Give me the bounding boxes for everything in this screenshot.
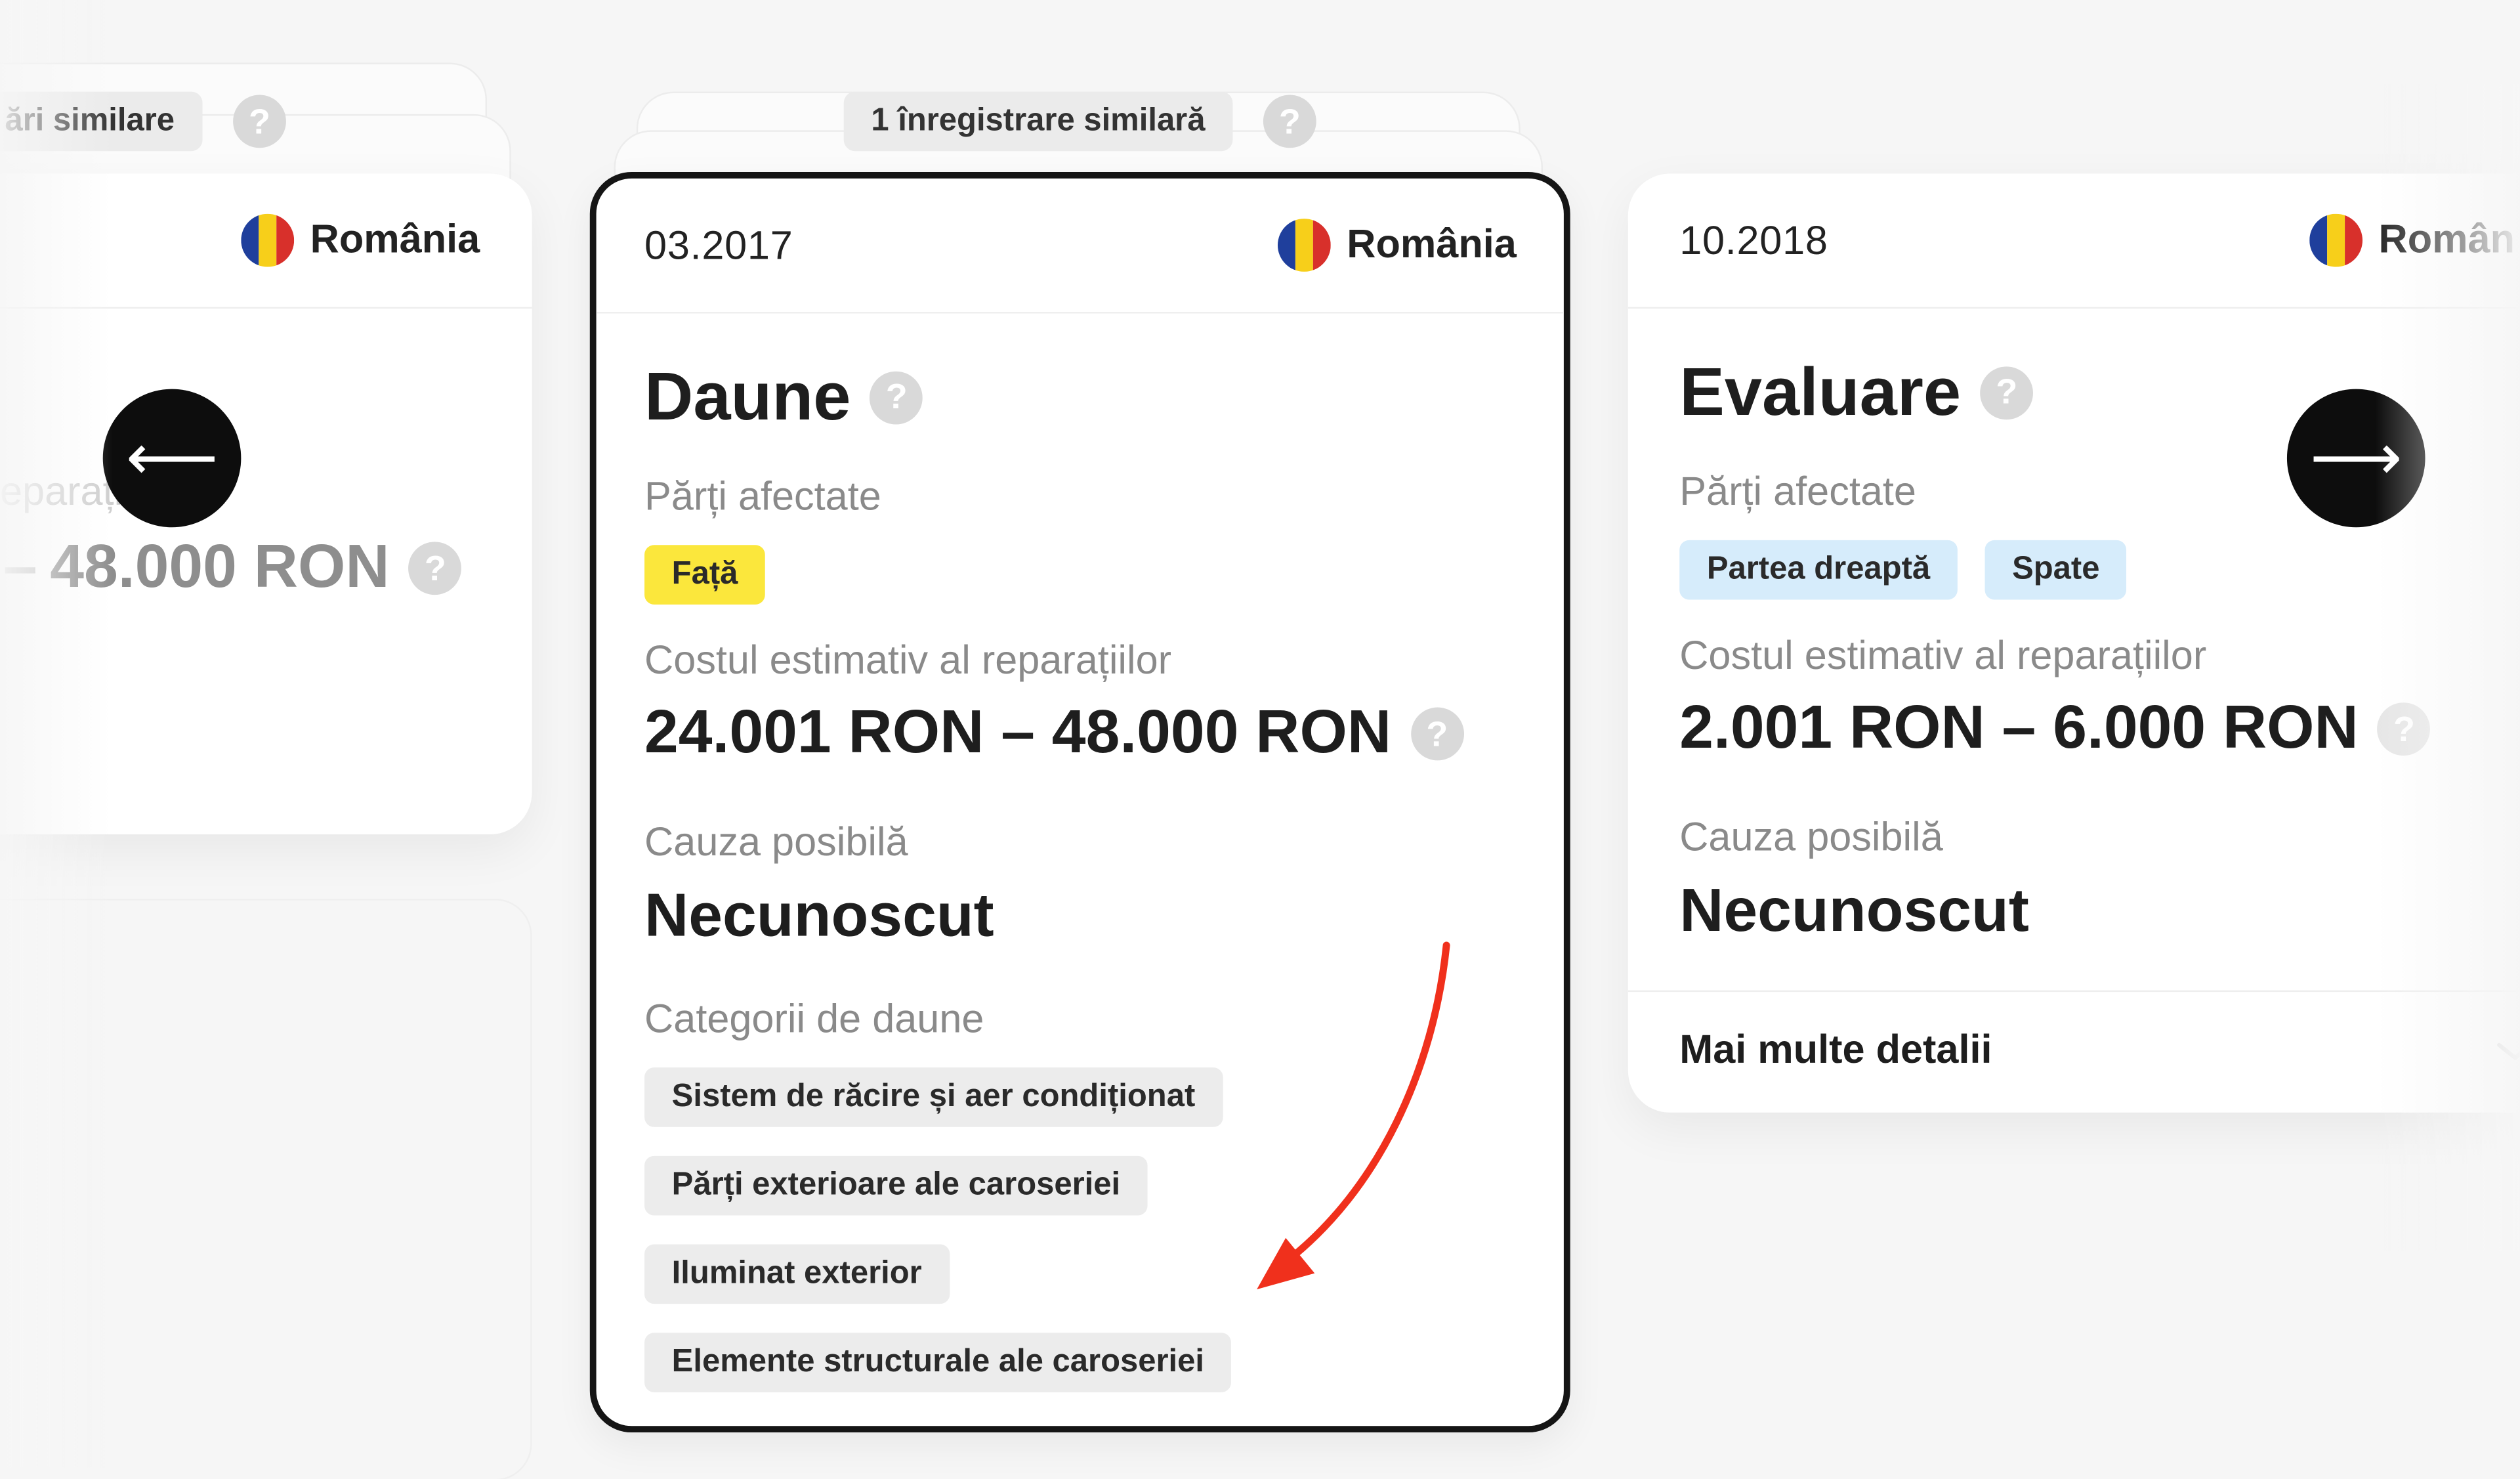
left-card-header: România [0,173,532,309]
category-tag-structural: Elemente structurale ale caroseriei [644,1333,1232,1392]
center-categories-list: Sistem de răcire și aer condiționat Părț… [644,1067,1232,1392]
left-country-label: România [310,217,480,263]
romania-flag-icon [241,213,295,267]
right-cause-label: Cauza posibilă [1679,815,1943,861]
right-record-card: 10.2018 Român Evaluare ? Părți afectate … [1628,173,2520,1113]
arrow-right-icon: ⟶ [2310,423,2403,494]
right-part-tag-rear: Spate [1984,540,2128,600]
center-title: Daune ? [644,358,923,436]
right-cost-label: Costul estimativ al reparațiilor [1679,633,2207,679]
left-country: România [241,213,480,267]
right-part-tag-right-side: Partea dreaptă [1679,540,1958,600]
center-cost-label: Costul estimativ al reparațiilor [644,638,1172,683]
left-cost-help-icon[interactable]: ? [408,542,462,595]
center-card-header: 03.2017 România [596,179,1564,314]
center-country: România [1277,219,1517,272]
arrow-left-icon: ⟵ [125,423,219,494]
center-part-tag: Față [644,545,766,605]
romania-flag-icon [1277,219,1331,272]
romania-flag-icon [2309,213,2363,267]
right-more-details-link[interactable]: Mai multe detalii [1679,1027,1992,1074]
left-similar-records-pill[interactable]: ări similare [0,91,202,152]
chevron-down-icon[interactable] [2496,1035,2520,1067]
center-date: 03.2017 [644,223,793,268]
category-tag-exterior-parts: Părți exterioare ale caroseriei [644,1155,1148,1216]
left-similar-records-label: ări similare [5,102,175,139]
right-cost-help-icon[interactable]: ? [2378,702,2431,756]
center-cost-value: 24.001 RON – 48.000 RON ? [644,699,1464,768]
left-cost-label: eparați [0,469,123,515]
left-faint-card-outline [0,900,530,1479]
category-tag-cooling: Sistem de răcire și aer condiționat [644,1067,1223,1127]
center-parts-list: Față [644,545,766,605]
right-parts-label: Părți afectate [1679,469,1916,515]
right-parts-list: Partea dreaptă Spate [1679,540,2128,600]
previous-button[interactable]: ⟵ [102,389,242,528]
right-cause-value: Necunoscut [1679,878,2029,946]
center-country-label: România [1347,221,1517,267]
center-cost-help-icon[interactable]: ? [1410,707,1464,761]
left-cost-dash: – [3,534,37,601]
right-title: Evaluare ? [1679,353,2034,431]
right-title-text: Evaluare [1679,353,1962,429]
center-parts-label: Părți afectate [644,474,881,520]
right-cost-value: 2.001 RON – 6.000 RON ? [1679,695,2431,763]
left-cost-value: – 48.000 RON ? [3,534,462,603]
center-title-help-icon[interactable]: ? [870,370,923,424]
carousel-stage: ări similare ? România eparați – 48.000 … [0,0,2520,1468]
right-date: 10.2018 [1679,219,1828,264]
center-cost-amount: 24.001 RON – 48.000 RON [644,699,1392,767]
center-cause-value: Necunoscut [644,882,994,951]
center-categories-label: Categorii de daune [644,997,984,1042]
left-similar-help-icon[interactable]: ? [233,95,286,148]
right-card-header: 10.2018 Român [1628,173,2520,309]
center-cause-label: Cauza posibilă [644,819,908,865]
red-arrow-annotation [1257,941,1450,1290]
next-button[interactable]: ⟶ [2286,389,2426,528]
right-country-label: Român [2378,217,2515,263]
center-title-text: Daune [644,358,851,435]
right-country: Român [2309,213,2515,267]
right-title-help-icon[interactable]: ? [1980,366,2034,419]
category-tag-exterior-lighting: Iluminat exterior [644,1244,950,1304]
center-similar-records-label: 1 înregistrare similară [871,102,1206,139]
center-similar-records-pill[interactable]: 1 înregistrare similară [843,91,1233,152]
left-record-card: România eparați – 48.000 RON ? [0,173,532,835]
right-more-divider [1628,990,2520,993]
center-similar-help-icon[interactable]: ? [1263,95,1316,148]
right-cost-amount: 2.001 RON – 6.000 RON [1679,694,2359,762]
left-cost-amount: 48.000 RON [50,534,390,601]
